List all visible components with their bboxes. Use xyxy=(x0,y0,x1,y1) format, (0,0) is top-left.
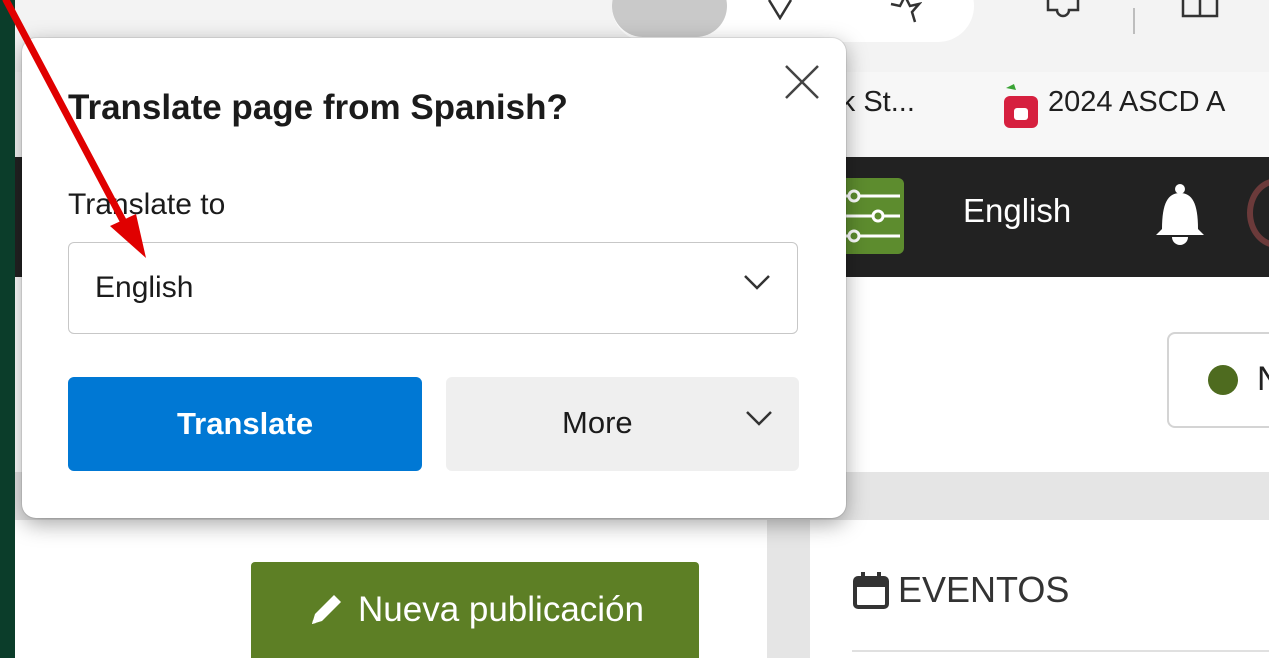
translate-to-label: Translate to xyxy=(68,188,226,221)
events-label: EVENTOS xyxy=(898,569,1070,610)
filter-sliders-icon xyxy=(842,189,900,243)
ascd-logo-icon xyxy=(1004,84,1038,128)
filter-button[interactable] xyxy=(838,178,904,254)
language-select-value: English xyxy=(95,271,194,304)
events-divider xyxy=(852,650,1269,652)
language-select[interactable]: English xyxy=(68,242,798,334)
star-icon[interactable] xyxy=(888,0,922,24)
status-dot xyxy=(1208,365,1238,395)
puzzle-icon[interactable] xyxy=(1045,0,1081,22)
translate-button[interactable]: Translate xyxy=(68,377,422,471)
translate-popup: Translate page from Spanish? Translate t… xyxy=(22,38,846,518)
read-aloud-icon[interactable] xyxy=(765,0,795,20)
frame-border xyxy=(0,0,15,658)
bell-icon[interactable] xyxy=(1150,183,1210,247)
calendar-icon xyxy=(853,572,889,609)
more-button-label: More xyxy=(562,405,633,440)
new-post-label: Nueva publicación xyxy=(357,590,644,629)
popup-title: Translate page from Spanish? xyxy=(68,88,568,127)
pencil-icon xyxy=(311,595,341,624)
site-language-label[interactable]: English xyxy=(963,192,1071,230)
toolbar-separator xyxy=(1133,8,1135,34)
more-button[interactable]: More xyxy=(446,377,799,471)
translate-button-label: Translate xyxy=(176,406,314,441)
address-bar-chip[interactable] xyxy=(612,0,727,37)
new-post-button[interactable]: Nueva publicación xyxy=(251,562,699,658)
status-chip-text: N xyxy=(1257,360,1269,399)
chevron-down-icon xyxy=(744,275,770,290)
chevron-down-icon xyxy=(746,411,772,426)
split-screen-icon[interactable] xyxy=(1180,0,1220,20)
events-heading: EVENTOS xyxy=(852,569,1069,611)
close-icon[interactable] xyxy=(780,60,824,104)
bookmark-item-ascd[interactable]: 2024 ASCD A xyxy=(1048,86,1225,119)
